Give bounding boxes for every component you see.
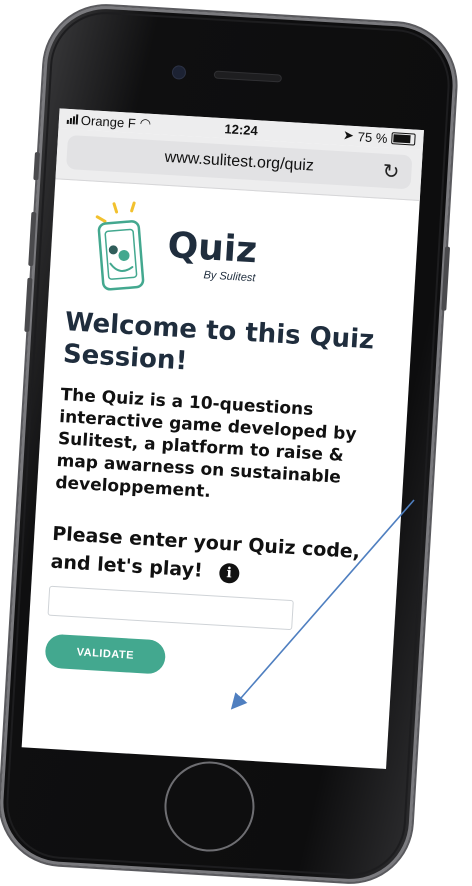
page-content: Quiz By Sulitest Welcome to this Quiz Se… (26, 179, 419, 688)
location-icon: ➤ (342, 127, 355, 143)
phone-photo: Orange F ◠ 12:24 ➤ 75 % www.sulitest.org… (0, 0, 472, 886)
validate-button[interactable]: VALIDATE (44, 633, 167, 675)
quiz-logo: Quiz By Sulitest (89, 194, 401, 312)
mute-switch (33, 152, 40, 181)
code-prompt: Please enter your Quiz code, and let's p… (50, 520, 382, 595)
quiz-code-input[interactable] (47, 585, 294, 631)
battery-icon (391, 132, 416, 146)
reload-icon[interactable]: ↻ (382, 158, 400, 184)
volume-down-button (24, 277, 33, 333)
logo-title: Quiz (166, 224, 259, 271)
status-time: 12:24 (224, 120, 259, 138)
battery-percent: 75 % (357, 128, 388, 146)
carrier-label: Orange F (80, 112, 137, 131)
power-button (441, 246, 451, 311)
code-prompt-label: Please enter your Quiz code, and let's p… (50, 522, 361, 582)
volume-up-button (28, 211, 37, 267)
page-title: Welcome to this Quiz Session! (62, 307, 376, 377)
phone-body: Orange F ◠ 12:24 ➤ 75 % www.sulitest.org… (0, 2, 460, 886)
phone-screen: Orange F ◠ 12:24 ➤ 75 % www.sulitest.org… (21, 108, 424, 769)
wifi-icon: ◠ (139, 115, 152, 131)
info-icon[interactable]: i (218, 562, 240, 584)
signal-icon (66, 114, 79, 125)
phone-smiley-logo-icon (95, 201, 145, 291)
url-text: www.sulitest.org/quiz (164, 148, 315, 175)
intro-text: The Quiz is a 10-questions interactive g… (54, 385, 358, 503)
